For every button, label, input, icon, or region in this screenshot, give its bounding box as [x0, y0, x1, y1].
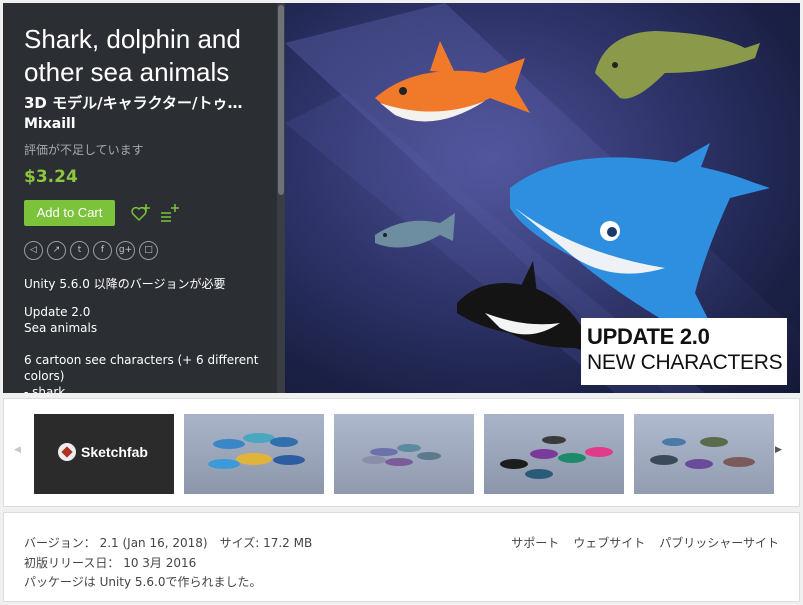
twitter-icon[interactable]: t	[70, 241, 89, 260]
characters-description: 6 cartoon see characters (+ 6 different …	[24, 353, 259, 383]
add-to-wishlist-icon[interactable]	[130, 202, 152, 224]
publisher-link[interactable]: Mixaill	[24, 116, 76, 132]
sharks-preview	[362, 444, 441, 466]
version-requirement: Unity 5.6.0 以降のバージョンが必要	[24, 277, 226, 291]
publisher-links: サポート ウェブサイト パブリッシャーサイト	[511, 534, 779, 551]
dolphins-preview	[208, 433, 305, 469]
support-link[interactable]: サポート	[511, 534, 559, 551]
product-sidebar: Shark, dolphin and other sea animals 3D …	[3, 3, 277, 393]
add-to-cart-button[interactable]: Add to Cart	[24, 200, 115, 226]
sketchfab-label: Sketchfab	[81, 444, 148, 460]
thumbnail-screenshot-3[interactable]	[484, 414, 624, 494]
hero-caption-subtitle: NEW CHARACTERS	[587, 351, 783, 374]
green-seal-illustration	[595, 31, 760, 99]
update-line: Update 2.0	[24, 305, 91, 319]
release-date-info: 初版リリース日： 10 3月 2016	[24, 556, 197, 570]
sketchfab-logo-icon	[58, 443, 76, 461]
google-plus-icon[interactable]: g+	[116, 241, 135, 260]
package-info: バージョン： 2.1 (Jan 16, 2018) サイズ: 17.2 MB 初…	[3, 512, 800, 602]
product-description: Unity 5.6.0 以降のバージョンが必要 Update 2.0 Sea a…	[24, 276, 269, 393]
price: $3.24	[24, 167, 78, 187]
hero-image[interactable]: UPDATE 2.0 NEW CHARACTERS	[285, 3, 800, 393]
asset-store-page: Shark, dolphin and other sea animals 3D …	[0, 0, 803, 605]
publisher-site-link[interactable]: パブリッシャーサイト	[659, 534, 779, 551]
add-to-list-icon[interactable]	[158, 202, 182, 224]
thumbnail-screenshot-2[interactable]	[334, 414, 474, 494]
telegram-icon[interactable]: ◁	[24, 241, 43, 260]
hero-caption-title: UPDATE 2.0	[587, 324, 710, 349]
thumbnail-screenshot-1[interactable]	[184, 414, 324, 494]
seals-preview	[650, 437, 755, 469]
update-line: Sea animals	[24, 321, 98, 335]
facebook-icon[interactable]: f	[93, 241, 112, 260]
character-list-item: - shark	[24, 385, 66, 393]
update-notes: Update 2.0 Sea animals	[24, 304, 269, 336]
share-icon[interactable]: ↗	[47, 241, 66, 260]
thumbnail-screenshot-4[interactable]	[634, 414, 774, 494]
product-category-link[interactable]: 3D モデル/キャラクター/トゥ…	[24, 92, 269, 113]
website-link[interactable]: ウェブサイト	[573, 534, 645, 551]
orcas-preview	[500, 436, 613, 479]
rating-text: 評価が不足しています	[24, 143, 144, 157]
scrollbar-thumb[interactable]	[278, 5, 284, 195]
unity-version-info: パッケージは Unity 5.6.0で作られました。	[24, 575, 262, 589]
carousel-next-icon[interactable]: ▶	[775, 445, 782, 455]
version-size-info: バージョン： 2.1 (Jan 16, 2018) サイズ: 17.2 MB	[24, 536, 313, 550]
thumbnail-sketchfab[interactable]: Sketchfab	[34, 414, 174, 494]
thumbnail-carousel: ◀ Sketchfab ▶	[3, 398, 800, 507]
sidebar-scrollbar[interactable]	[277, 3, 285, 393]
carousel-prev-icon[interactable]: ◀	[14, 445, 21, 455]
comment-icon[interactable]: □	[139, 241, 158, 260]
product-title: Shark, dolphin and other sea animals	[24, 24, 241, 87]
hero-caption: UPDATE 2.0 NEW CHARACTERS	[581, 318, 787, 385]
social-share-bar: ◁ ↗ t f g+ □	[24, 241, 158, 260]
